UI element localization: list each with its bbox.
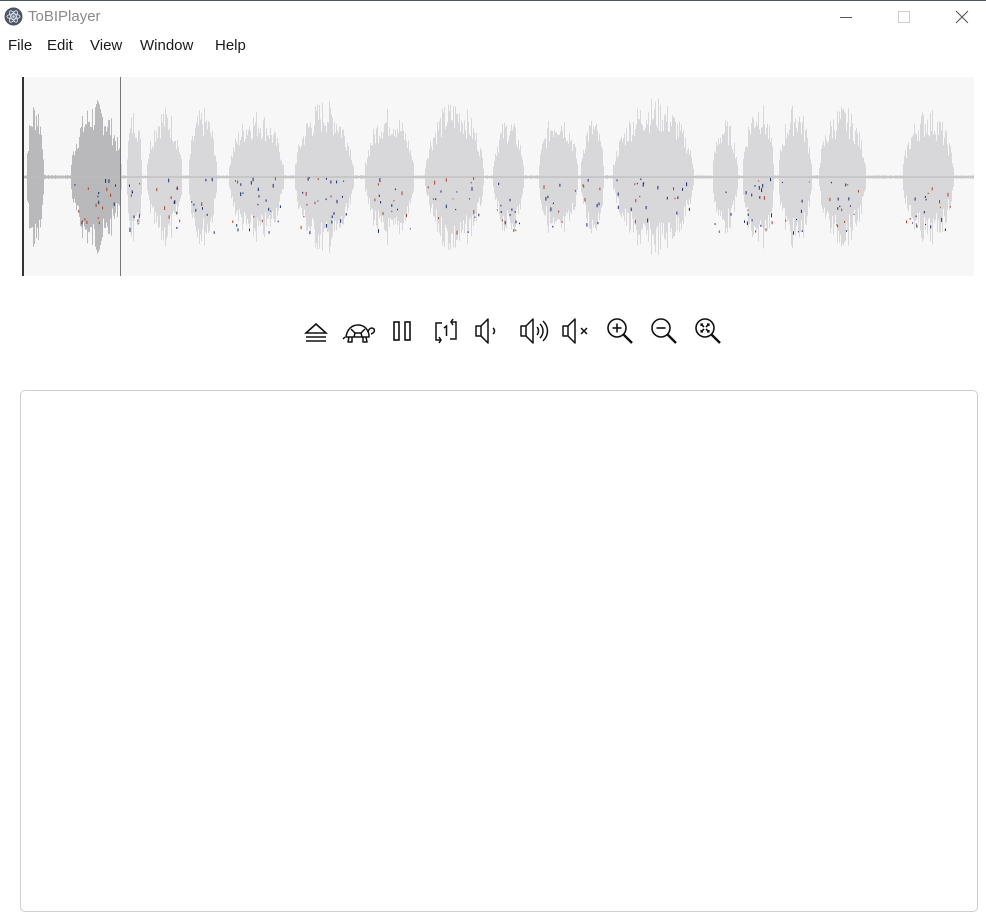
menu-help[interactable]: Help: [215, 37, 246, 54]
title-bar[interactable]: ToBIPlayer: [0, 1, 986, 32]
menu-view[interactable]: View: [90, 37, 122, 54]
turtle-icon: [342, 324, 376, 343]
pause-button[interactable]: [382, 311, 422, 351]
waveform-canvas[interactable]: [22, 77, 974, 276]
waveform-view[interactable]: [22, 77, 974, 276]
loop-button[interactable]: [426, 311, 466, 351]
menu-window[interactable]: Window: [140, 37, 193, 54]
zoom-in-icon: [607, 318, 633, 344]
eject-icon: [303, 322, 329, 342]
menu-edit[interactable]: Edit: [47, 37, 73, 54]
window-title: ToBIPlayer: [28, 8, 101, 25]
repeat-once-icon: [435, 318, 457, 344]
eject-button[interactable]: [296, 311, 336, 351]
annotation-panel[interactable]: [20, 390, 978, 912]
pause-icon: [393, 321, 411, 341]
app-logo-icon: [4, 7, 23, 26]
volume-high-icon: [520, 318, 549, 344]
volume-mute-icon: [562, 318, 588, 344]
volume-up-button[interactable]: [514, 311, 554, 351]
volume-low-icon: [475, 318, 496, 344]
close-icon: [955, 10, 969, 24]
zoom-out-icon: [651, 318, 677, 344]
mute-button[interactable]: [556, 311, 596, 351]
minimize-icon: [840, 17, 852, 18]
menu-file[interactable]: File: [8, 37, 32, 54]
slow-playback-button[interactable]: [339, 311, 379, 351]
zoom-out-button[interactable]: [644, 311, 684, 351]
zoom-fit-button[interactable]: [688, 311, 728, 351]
playback-toolbar: [296, 311, 736, 351]
minimize-button[interactable]: [818, 2, 874, 32]
zoom-reset-icon: [695, 318, 721, 344]
maximize-button[interactable]: [876, 2, 932, 32]
maximize-icon: [898, 11, 910, 23]
menu-bar: File Edit View Window Help: [0, 33, 986, 59]
volume-down-button[interactable]: [467, 311, 507, 351]
zoom-in-button[interactable]: [600, 311, 640, 351]
close-button[interactable]: [934, 2, 986, 32]
